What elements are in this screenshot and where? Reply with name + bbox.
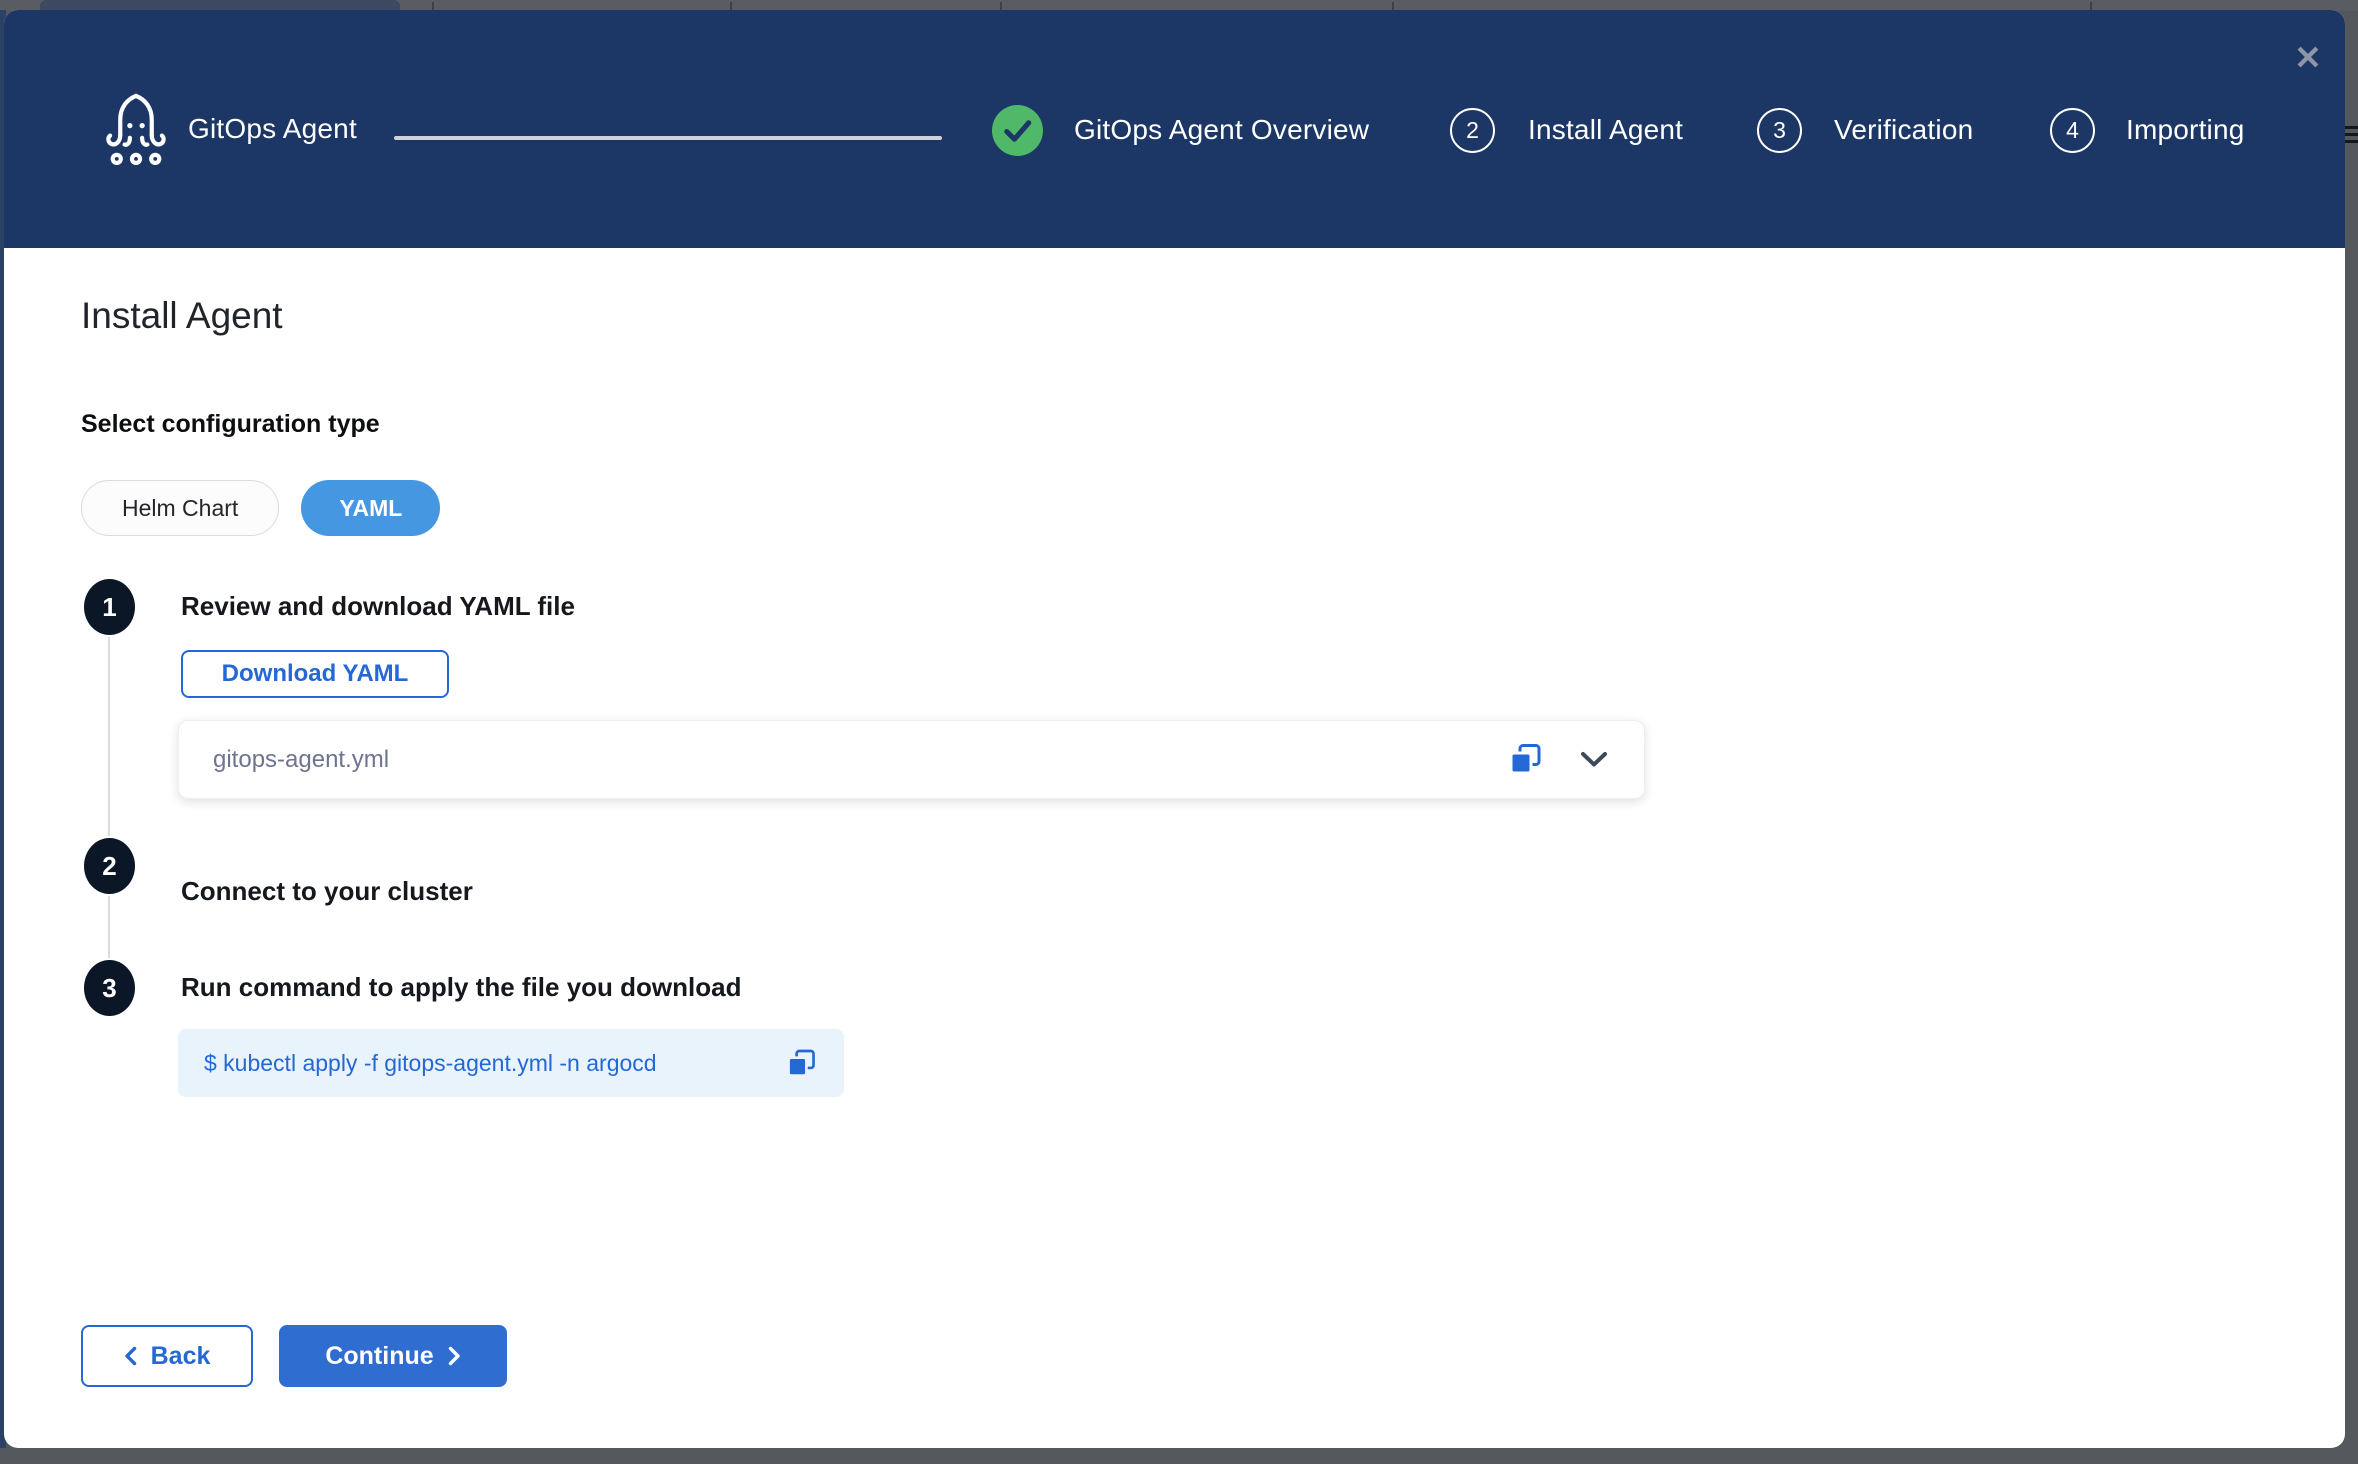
- step-3-title: Run command to apply the file you downlo…: [181, 972, 741, 1003]
- kubectl-command-text: $ kubectl apply -f gitops-agent.yml -n a…: [204, 1050, 657, 1077]
- config-option-yaml[interactable]: YAML: [301, 480, 440, 536]
- copy-icon[interactable]: [785, 1047, 818, 1080]
- back-button-label: Back: [151, 1342, 211, 1371]
- wizard-step-install-agent[interactable]: Install Agent: [1528, 114, 1683, 146]
- tab-separator: [2090, 2, 2092, 10]
- wizard-header: GitOps Agent GitOps Agent Overview 2 Ins…: [4, 10, 2345, 248]
- download-yaml-button[interactable]: Download YAML: [181, 650, 449, 698]
- step-number: 2: [102, 851, 116, 882]
- wizard-step-overview[interactable]: GitOps Agent Overview: [1074, 114, 1369, 146]
- chevron-right-icon: [448, 1346, 461, 1366]
- step-number: 4: [2066, 117, 2079, 144]
- config-type-toggle: Helm Chart YAML: [81, 480, 440, 536]
- config-type-label: Select configuration type: [81, 410, 380, 439]
- gitops-agent-wizard-modal: GitOps Agent GitOps Agent Overview 2 Ins…: [4, 10, 2345, 1448]
- step-number: 2: [1466, 117, 1479, 144]
- tab-separator: [432, 2, 434, 10]
- step-2-title: Connect to your cluster: [181, 876, 473, 907]
- wizard-footer: Back Continue: [81, 1325, 507, 1387]
- step-connector-line: [108, 896, 110, 958]
- config-option-helm-chart[interactable]: Helm Chart: [81, 480, 279, 536]
- copy-icon[interactable]: [1507, 741, 1544, 778]
- tab-separator: [1392, 2, 1394, 10]
- back-button[interactable]: Back: [81, 1325, 253, 1387]
- header-divider-line: [394, 136, 942, 140]
- close-icon[interactable]: ✕: [2286, 36, 2330, 80]
- continue-button[interactable]: Continue: [279, 1325, 507, 1387]
- tab-separator: [730, 2, 732, 10]
- kubectl-command-block: $ kubectl apply -f gitops-agent.yml -n a…: [178, 1029, 844, 1097]
- menu-icon[interactable]: [2345, 126, 2358, 147]
- step-1-title: Review and download YAML file: [181, 591, 575, 622]
- wizard-step-4-circle: 4: [2050, 108, 2095, 153]
- continue-button-label: Continue: [325, 1342, 433, 1371]
- step-number: 3: [102, 973, 116, 1004]
- step-2-badge: 2: [84, 838, 135, 894]
- yaml-file-accordion[interactable]: gitops-agent.yml: [178, 720, 1645, 799]
- step-number: 1: [102, 592, 116, 623]
- step-number: 3: [1773, 117, 1786, 144]
- wizard-step-verification[interactable]: Verification: [1834, 114, 1973, 146]
- step-1-badge: 1: [84, 579, 135, 635]
- chevron-left-icon: [124, 1346, 137, 1366]
- page-title: Install Agent: [81, 295, 283, 337]
- chevron-down-icon[interactable]: [1580, 751, 1608, 768]
- step-3-badge: 3: [84, 960, 135, 1016]
- wizard-step-3-circle: 3: [1757, 108, 1802, 153]
- step-completed-check-icon: [992, 105, 1043, 156]
- step-connector-line: [108, 637, 110, 836]
- tab-separator: [1000, 2, 1002, 10]
- yaml-file-name: gitops-agent.yml: [213, 746, 389, 774]
- wizard-step-importing[interactable]: Importing: [2126, 114, 2245, 146]
- wizard-title: GitOps Agent: [188, 113, 357, 145]
- wizard-step-2-circle: 2: [1450, 108, 1495, 153]
- gitops-agent-squid-icon: [94, 88, 178, 172]
